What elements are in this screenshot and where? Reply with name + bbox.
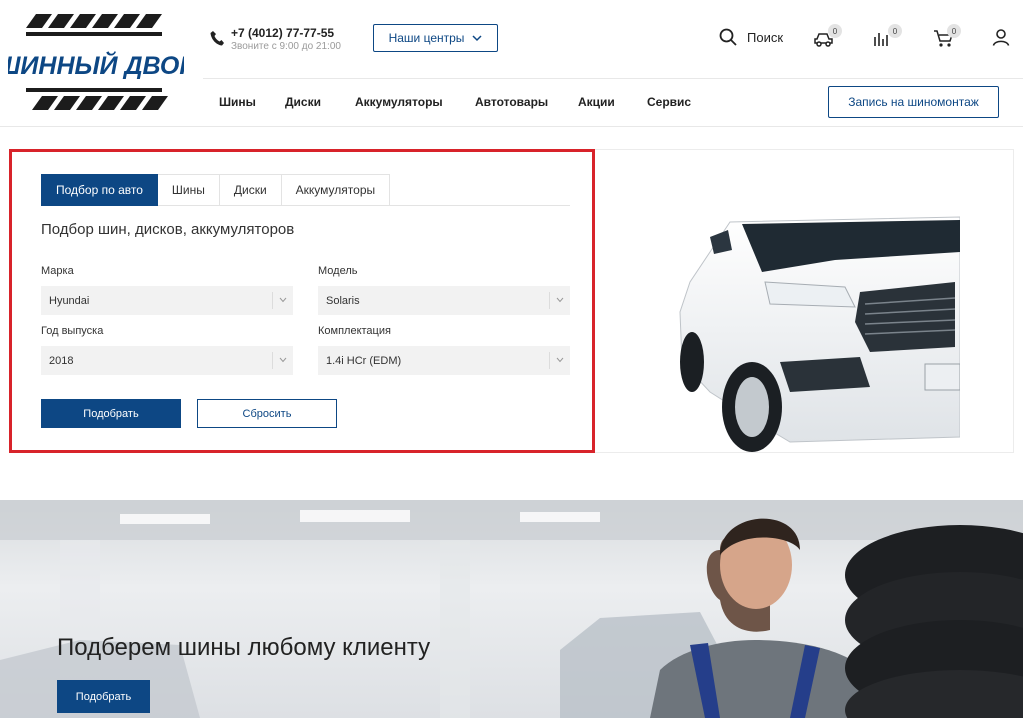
nav-tires[interactable]: Шины [219, 95, 256, 109]
our-centers-button[interactable]: Наши центры [373, 24, 498, 52]
user-icon[interactable] [992, 28, 1010, 46]
logo-text: ШИННЫЙ ДВОР [8, 50, 184, 80]
site-header: ШИННЫЙ ДВОР +7 (4012) 77-77-55 Звоните с… [0, 0, 1023, 127]
nav-promotions[interactable]: Акции [578, 95, 615, 109]
logo[interactable]: ШИННЫЙ ДВОР [8, 12, 184, 112]
nav-auto-goods[interactable]: Автотовары [475, 95, 548, 109]
car-image [679, 216, 960, 452]
phone-icon [210, 31, 224, 46]
promo-banner [0, 500, 1023, 718]
our-centers-label: Наши центры [388, 31, 465, 45]
banner-title: Подберем шины любому клиенту [57, 634, 431, 661]
compare-count-badge: 0 [888, 24, 902, 38]
nav-service[interactable]: Сервис [647, 95, 691, 109]
phone-number[interactable]: +7 (4012) 77-77-55 [231, 26, 334, 40]
cart-count-badge: 0 [947, 24, 961, 38]
nav-wheels[interactable]: Диски [285, 95, 321, 109]
banner-image [0, 500, 1023, 718]
nav-batteries[interactable]: Аккумуляторы [355, 95, 443, 109]
chevron-down-icon [472, 35, 482, 42]
selector-highlight-frame [9, 149, 595, 453]
header-divider [203, 78, 1023, 79]
working-hours: Звоните с 9:00 до 21:00 [231, 41, 341, 52]
search-label[interactable]: Поиск [747, 30, 783, 45]
banner-select-button[interactable]: Подобрать [57, 680, 150, 713]
tire-fitting-booking-button[interactable]: Запись на шиномонтаж [828, 86, 999, 118]
search-icon[interactable] [719, 28, 737, 46]
garage-count-badge: 0 [828, 24, 842, 38]
